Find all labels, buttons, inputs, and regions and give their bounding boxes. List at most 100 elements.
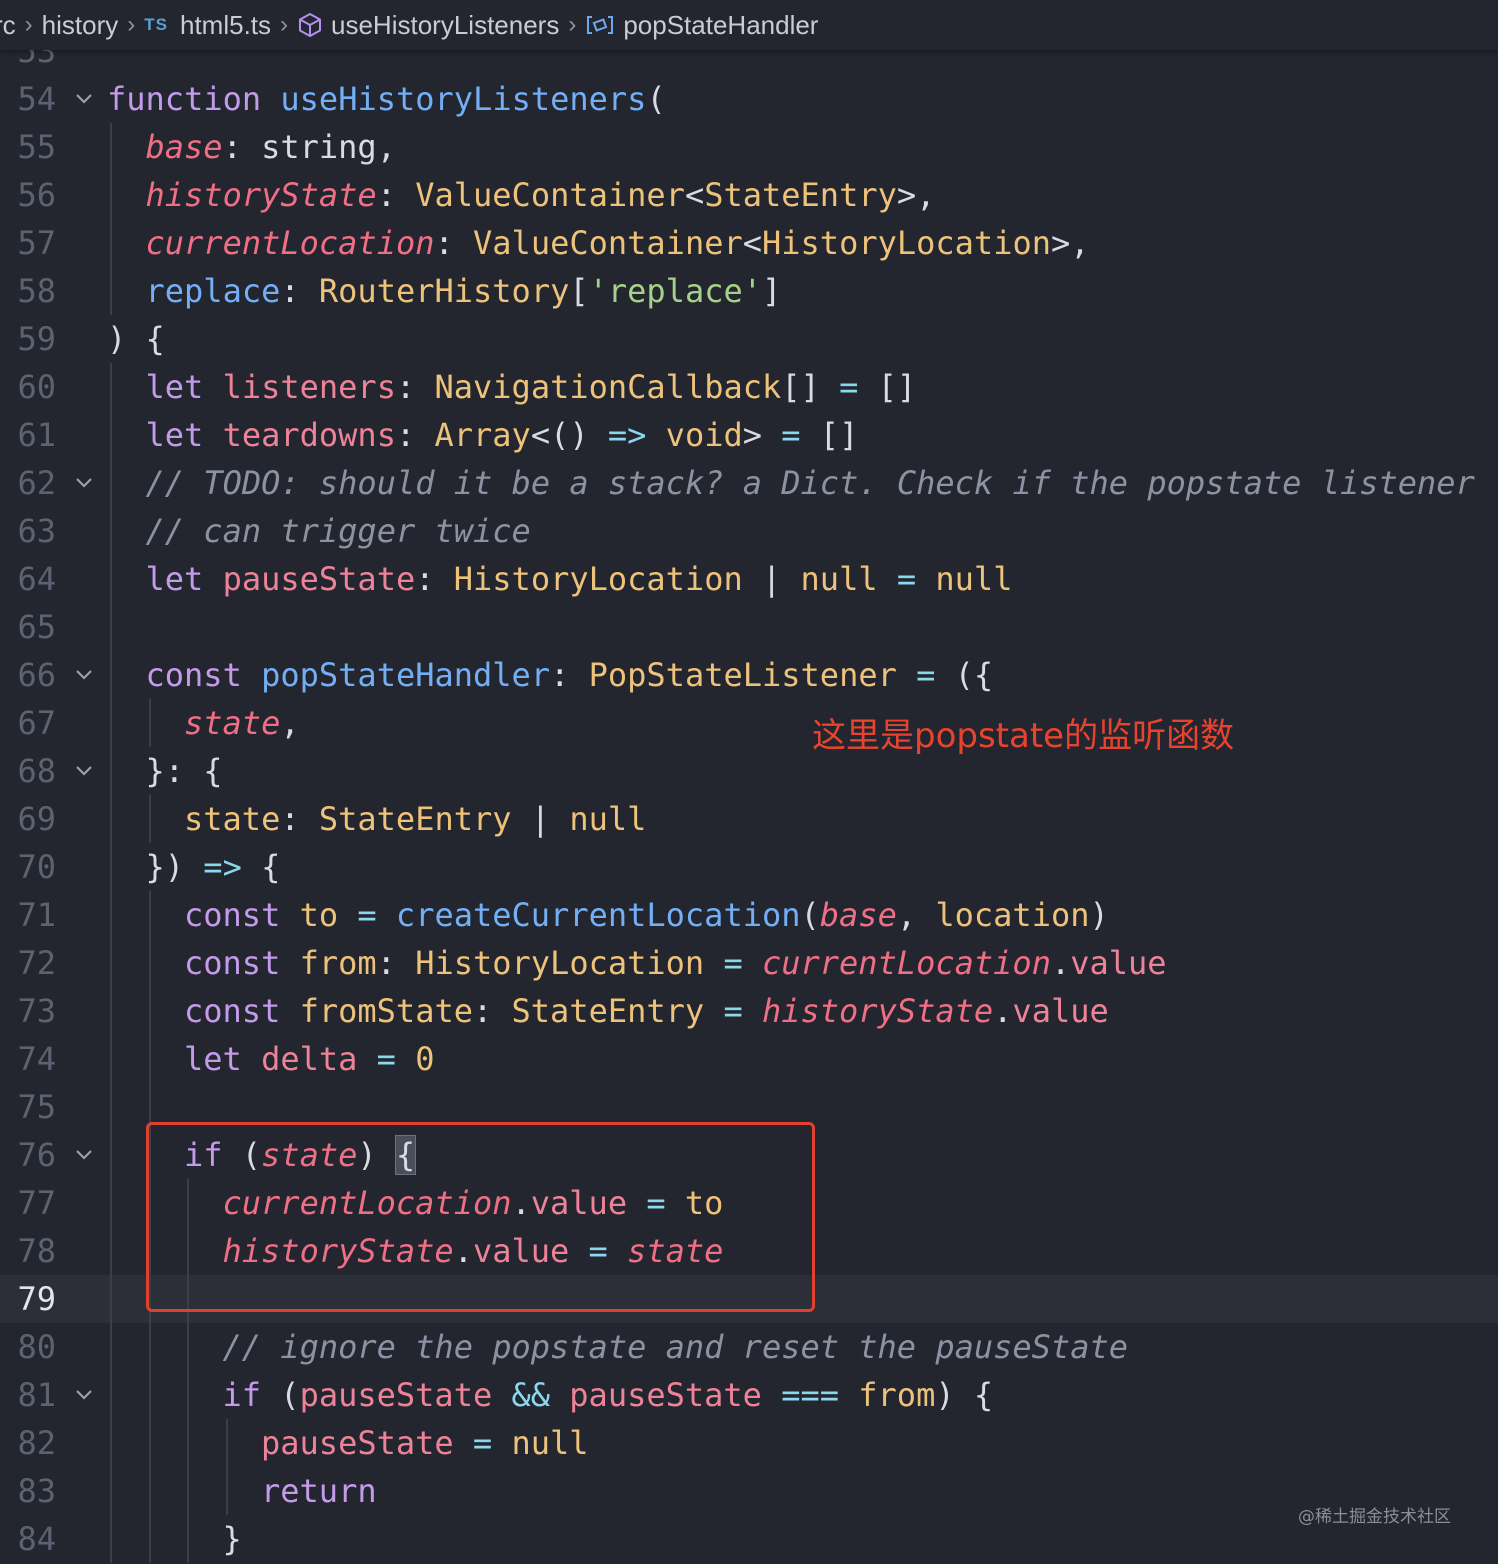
fold-chevron-icon[interactable] [72, 459, 96, 507]
line-number[interactable]: 80 [0, 1323, 56, 1371]
code-line[interactable]: 71 const to = createCurrentLocation(base,… [0, 891, 1498, 939]
code-line[interactable]: 64 let pauseState: HistoryLocation | null… [0, 555, 1498, 603]
fold-chevron-icon[interactable] [72, 75, 96, 123]
code-token: . [1050, 944, 1071, 982]
fold-chevron-icon[interactable] [72, 1371, 96, 1419]
indent-guide [110, 363, 112, 411]
indent-guide [110, 1179, 112, 1227]
code-token: pauseState [299, 1376, 493, 1414]
line-number[interactable]: 60 [0, 363, 56, 411]
code-token: teardowns [222, 416, 396, 454]
line-number[interactable]: 74 [0, 1035, 56, 1083]
breadcrumb-item-function[interactable]: useHistoryListeners [297, 10, 559, 41]
line-number[interactable]: 55 [0, 123, 56, 171]
code-line[interactable]: 83 return [0, 1467, 1498, 1515]
code-token: : [395, 416, 435, 454]
code-line[interactable]: 55 base: string, [0, 123, 1498, 171]
line-number[interactable]: 77 [0, 1179, 56, 1227]
code-token: const [184, 944, 281, 982]
code-line[interactable]: 69 state: StateEntry | null [0, 795, 1498, 843]
code-editor[interactable]: 53 54 function useHistoryListeners(55 base:… [0, 50, 1498, 1564]
line-number[interactable]: 59 [0, 315, 56, 363]
code-line[interactable]: 62 // TODO: should it be a stack? a Dict.… [0, 459, 1498, 507]
code-line[interactable]: 72 const from: HistoryLocation = currentL… [0, 939, 1498, 987]
code-line[interactable]: 66 const popStateHandler: PopStateListene… [0, 651, 1498, 699]
code-token: = [472, 1424, 493, 1462]
code-line[interactable]: 84} [0, 1515, 1498, 1563]
line-number[interactable]: 79 [0, 1275, 56, 1323]
indent-guide [148, 795, 151, 843]
code-line[interactable]: 56 historyState: ValueContainer<StateEntr… [0, 171, 1498, 219]
line-number[interactable]: 56 [0, 171, 56, 219]
chevron-right-icon: › [568, 11, 577, 38]
indent-guide [110, 1275, 112, 1323]
line-number[interactable]: 63 [0, 507, 56, 555]
indent-guide [110, 651, 112, 699]
breadcrumb-item-variable[interactable]: popStateHandler [585, 10, 818, 41]
code-token: >, [896, 176, 936, 214]
breadcrumb-item-history[interactable]: history [42, 10, 119, 41]
code-line[interactable]: 58 replace: RouterHistory['replace'] [0, 267, 1498, 315]
breadcrumb-item-file[interactable]: TS html5.ts [144, 10, 271, 41]
line-number[interactable]: 73 [0, 987, 56, 1035]
code-line[interactable]: 82 pauseState = null [0, 1419, 1498, 1467]
line-number[interactable]: 71 [0, 891, 56, 939]
code-token: null [511, 1424, 589, 1462]
indent-guide [110, 1035, 112, 1083]
breadcrumb-label: html5.ts [179, 9, 272, 40]
line-number[interactable]: 58 [0, 267, 56, 315]
code-line[interactable]: 60 let listeners: NavigationCallback[] = … [0, 363, 1498, 411]
code-line[interactable]: 59) { [0, 315, 1498, 363]
line-number[interactable]: 64 [0, 555, 56, 603]
code-line[interactable]: 68}: { [0, 747, 1498, 795]
code-text: function useHistoryListeners( [107, 75, 666, 123]
code-token: => [203, 848, 242, 886]
code-line[interactable]: 74 let delta = 0 [0, 1035, 1498, 1083]
indent-guide [110, 507, 112, 555]
line-number[interactable]: 82 [0, 1419, 56, 1467]
line-number[interactable]: 65 [0, 603, 56, 651]
code-line[interactable]: 73 const fromState: StateEntry = historyS… [0, 987, 1498, 1035]
code-token: HistoryLocation [453, 560, 743, 598]
code-token: StateEntry [318, 800, 512, 838]
line-number[interactable]: 81 [0, 1371, 56, 1419]
line-number[interactable]: 68 [0, 747, 56, 795]
code-line[interactable]: 61 let teardowns: Array<() => void> = [] [0, 411, 1498, 459]
line-number[interactable]: 69 [0, 795, 56, 843]
fold-chevron-icon[interactable] [72, 1131, 96, 1179]
code-line[interactable]: 81 if (pauseState && pauseState === from)… [0, 1371, 1498, 1419]
code-line[interactable]: 63 // can trigger twice [0, 507, 1498, 555]
code-token: = [723, 944, 743, 982]
breadcrumb-item-src[interactable]: rc [0, 10, 16, 41]
line-number[interactable]: 67 [0, 699, 56, 747]
code-token: historyState [761, 992, 994, 1030]
fold-chevron-icon[interactable] [72, 747, 96, 795]
line-number[interactable]: 54 [0, 75, 56, 123]
line-number[interactable]: 78 [0, 1227, 56, 1275]
line-number[interactable]: 75 [0, 1083, 56, 1131]
code-line[interactable]: 70}) => { [0, 843, 1498, 891]
code-token: = [781, 416, 801, 454]
code-line[interactable]: 53 [0, 50, 1498, 75]
code-line[interactable]: 65 [0, 603, 1498, 651]
fold-chevron-icon[interactable] [72, 651, 96, 699]
line-number[interactable]: 76 [0, 1131, 56, 1179]
line-number[interactable]: 57 [0, 219, 56, 267]
line-number[interactable]: 61 [0, 411, 56, 459]
code-token: }) [145, 848, 204, 886]
indent-guide [148, 939, 151, 987]
line-number[interactable]: 62 [0, 459, 56, 507]
line-number[interactable]: 84 [0, 1515, 56, 1563]
code-line[interactable]: 57 currentLocation: ValueContainer<Histor… [0, 219, 1498, 267]
line-number[interactable]: 83 [0, 1467, 56, 1515]
line-number[interactable]: 70 [0, 843, 56, 891]
code-line[interactable]: 67 state, [0, 699, 1498, 747]
code-line[interactable]: 54 function useHistoryListeners( [0, 75, 1498, 123]
code-token: from [858, 1376, 936, 1414]
line-number[interactable]: 66 [0, 651, 56, 699]
code-line[interactable]: 80 // ignore the popstate and reset the p… [0, 1323, 1498, 1371]
line-number[interactable]: 53 [0, 50, 56, 75]
line-number[interactable]: 72 [0, 939, 56, 987]
